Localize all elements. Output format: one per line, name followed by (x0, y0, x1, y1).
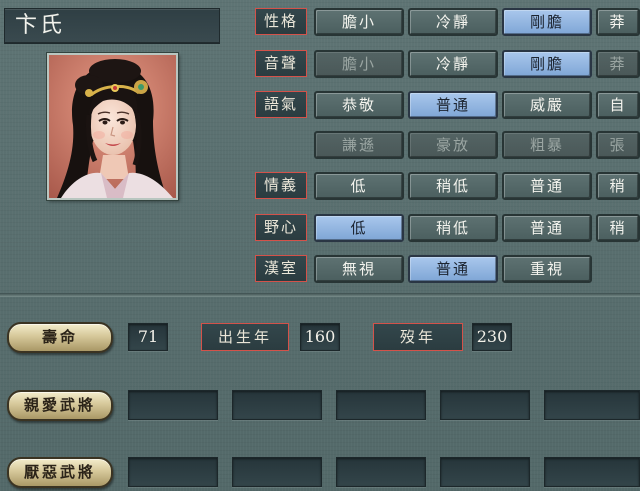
favored-general-slot[interactable] (128, 390, 218, 420)
birth-year-label: 出生年 (201, 323, 289, 351)
section-divider (0, 293, 640, 297)
trait-option-righteousness[interactable]: 稍 (596, 172, 640, 200)
trait-option-han-court[interactable]: 無視 (314, 255, 404, 283)
trait-option-tone[interactable]: 普通 (408, 91, 498, 119)
trait-option-ambition[interactable]: 普通 (502, 214, 592, 242)
trait-option-tone-extra: 張 (596, 131, 640, 159)
portrait-image (49, 55, 176, 198)
disliked-general-slot[interactable] (128, 457, 218, 487)
trait-option-ambition[interactable]: 稍低 (408, 214, 498, 242)
trait-label-personality: 性格 (255, 8, 307, 35)
trait-option-voice: 膽小 (314, 50, 404, 78)
disliked-generals-button[interactable]: 厭惡武將 (7, 457, 113, 488)
trait-label-han-court: 漢室 (255, 255, 307, 282)
trait-option-personality[interactable]: 莽 (596, 8, 640, 36)
lifespan-button[interactable]: 壽命 (7, 322, 113, 353)
trait-option-voice: 莽 (596, 50, 640, 78)
trait-option-tone-extra: 豪放 (408, 131, 498, 159)
lifespan-value: 71 (128, 323, 168, 351)
death-year-value: 230 (472, 323, 512, 351)
trait-option-voice[interactable]: 冷靜 (408, 50, 498, 78)
trait-option-tone[interactable]: 威嚴 (502, 91, 592, 119)
trait-option-ambition[interactable]: 稍 (596, 214, 640, 242)
trait-label-righteousness: 情義 (255, 172, 307, 199)
trait-option-personality[interactable]: 膽小 (314, 8, 404, 36)
favored-generals-button[interactable]: 親愛武將 (7, 390, 113, 421)
favored-general-slot[interactable] (232, 390, 322, 420)
disliked-general-slot[interactable] (336, 457, 426, 487)
trait-option-personality[interactable]: 冷靜 (408, 8, 498, 36)
favored-general-slot[interactable] (336, 390, 426, 420)
trait-option-righteousness[interactable]: 普通 (502, 172, 592, 200)
favored-general-slot[interactable] (544, 390, 640, 420)
trait-option-voice[interactable]: 剛膽 (502, 50, 592, 78)
trait-label-voice: 音聲 (255, 50, 307, 77)
trait-label-ambition: 野心 (255, 214, 307, 241)
trait-option-tone[interactable]: 自 (596, 91, 640, 119)
death-year-label: 歿年 (373, 323, 463, 351)
character-portrait (47, 53, 178, 200)
trait-option-righteousness[interactable]: 稍低 (408, 172, 498, 200)
trait-option-righteousness[interactable]: 低 (314, 172, 404, 200)
trait-option-han-court[interactable]: 重視 (502, 255, 592, 283)
favored-general-slot[interactable] (440, 390, 530, 420)
birth-year-value: 160 (300, 323, 340, 351)
disliked-general-slot[interactable] (232, 457, 322, 487)
disliked-general-slot[interactable] (440, 457, 530, 487)
trait-option-han-court[interactable]: 普通 (408, 255, 498, 283)
trait-option-tone-extra: 粗暴 (502, 131, 592, 159)
trait-option-ambition[interactable]: 低 (314, 214, 404, 242)
trait-option-personality[interactable]: 剛膽 (502, 8, 592, 36)
trait-label-tone: 語氣 (255, 91, 307, 118)
disliked-general-slot[interactable] (544, 457, 640, 487)
character-name: 卞氏 (4, 8, 220, 44)
trait-option-tone[interactable]: 恭敬 (314, 91, 404, 119)
trait-option-tone-extra: 謙遜 (314, 131, 404, 159)
